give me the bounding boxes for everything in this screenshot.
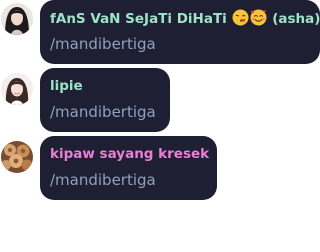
message-text: /mandibertiga [50,171,156,189]
user-avatar-icon[interactable] [1,141,33,173]
username-text: kipaw sayang kresek [50,146,210,162]
username[interactable]: kipaw sayang kresek [50,145,209,163]
username-text: fAnS VaN SeJaTi DiHaTi [50,11,227,27]
smiling-face-with-hearts-emoji [250,9,267,26]
message-bubble: lipie /mandibertiga [40,68,170,132]
message-bubble: kipaw sayang kresek /mandibertiga [40,136,217,200]
user-avatar-icon[interactable] [1,73,33,105]
message-text: /mandibertiga [50,103,156,121]
message-bubble: fAnS VaN SeJaTi DiHaTi (asha) /mandibert… [40,0,320,64]
username-suffix: (asha) [272,11,320,27]
username[interactable]: lipie [50,77,83,95]
username[interactable]: fAnS VaN SeJaTi DiHaTi (asha) [50,9,320,28]
message-text: /mandibertiga [50,35,156,53]
face-blowing-kiss-emoji [232,9,249,26]
chat-message-list: fAnS VaN SeJaTi DiHaTi (asha) /mandibert… [0,0,320,252]
user-avatar-icon[interactable] [1,3,33,35]
username-text: lipie [50,78,83,94]
